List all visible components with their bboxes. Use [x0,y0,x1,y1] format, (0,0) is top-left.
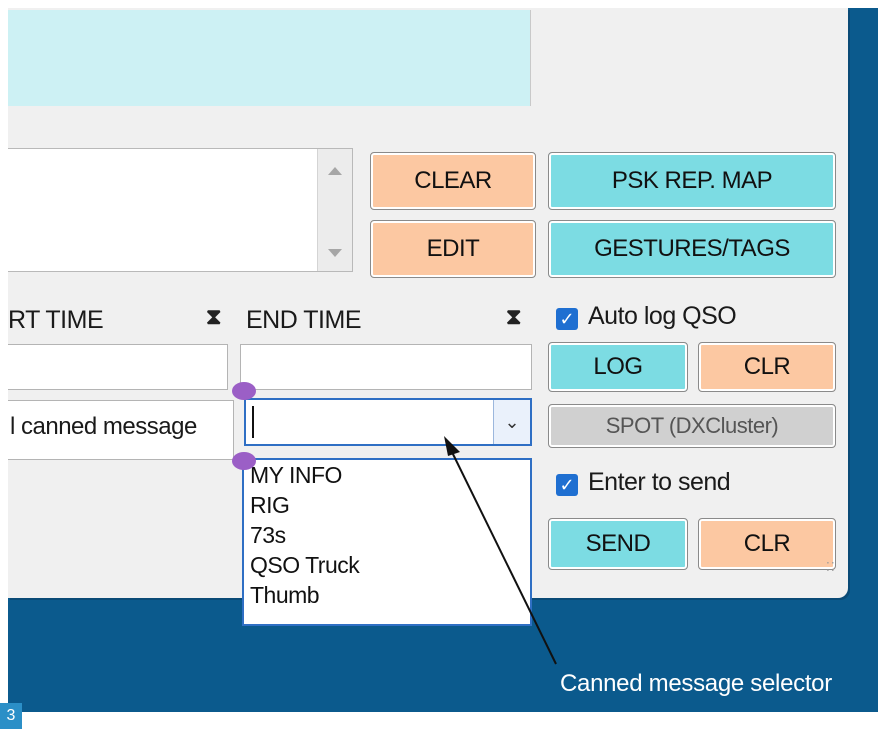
send-clear-button[interactable]: CLR [698,518,836,570]
enter-to-send-label: Enter to send [588,468,731,496]
figure-number-badge: 3 [0,703,22,729]
end-time-field[interactable] [240,344,532,390]
canned-message-label: l canned message [10,413,197,440]
dropdown-option[interactable]: MY INFO [250,460,530,490]
start-time-label: RT TIME [8,306,104,334]
receive-pane-border [530,10,531,106]
clear-button[interactable]: CLEAR [370,152,536,210]
start-time-field[interactable] [8,344,228,390]
app-window: CLEAR EDIT PSK REP. MAP GESTURES/TAGS RT… [8,8,848,626]
hourglass-icon[interactable]: ⧗ [506,304,521,330]
auto-log-checkbox[interactable]: ✓ [556,308,578,330]
resize-grip-icon[interactable]: ⁚⁚ [826,560,836,574]
dropdown-option[interactable]: Thumb [250,580,530,610]
dropdown-option[interactable]: RIG [250,490,530,520]
callout-caption: Canned message selector [560,670,832,697]
chevron-down-icon[interactable]: ⌄ [493,400,530,444]
receive-pane[interactable] [8,10,530,106]
log-clear-button[interactable]: CLR [698,342,836,392]
spot-dxcluster-button[interactable]: SPOT (DXCluster) [548,404,836,448]
selection-handle[interactable] [232,382,256,400]
transmit-text-box[interactable] [8,148,353,272]
text-caret [252,406,254,438]
gestures-tags-button[interactable]: GESTURES/TAGS [548,220,836,278]
vertical-scrollbar[interactable] [317,149,352,271]
canned-message-dropdown[interactable]: ⌄ [244,398,532,446]
send-button[interactable]: SEND [548,518,688,570]
psk-rep-map-button[interactable]: PSK REP. MAP [548,152,836,210]
hourglass-icon[interactable]: ⧗ [206,304,221,330]
dropdown-option[interactable]: 73s [250,520,530,550]
dropdown-option[interactable]: QSO Truck [250,550,530,580]
edit-button[interactable]: EDIT [370,220,536,278]
figure-canvas: CLEAR EDIT PSK REP. MAP GESTURES/TAGS RT… [8,8,878,712]
selection-handle[interactable] [232,452,256,470]
auto-log-label: Auto log QSO [588,302,737,330]
log-button[interactable]: LOG [548,342,688,392]
end-time-label: END TIME [246,306,362,334]
scroll-up-icon[interactable] [328,167,342,175]
scroll-down-icon[interactable] [328,249,342,257]
enter-to-send-checkbox[interactable]: ✓ [556,474,578,496]
canned-message-label-box: l canned message [8,400,234,460]
canned-message-list[interactable]: MY INFO RIG 73s QSO Truck Thumb [242,458,532,626]
